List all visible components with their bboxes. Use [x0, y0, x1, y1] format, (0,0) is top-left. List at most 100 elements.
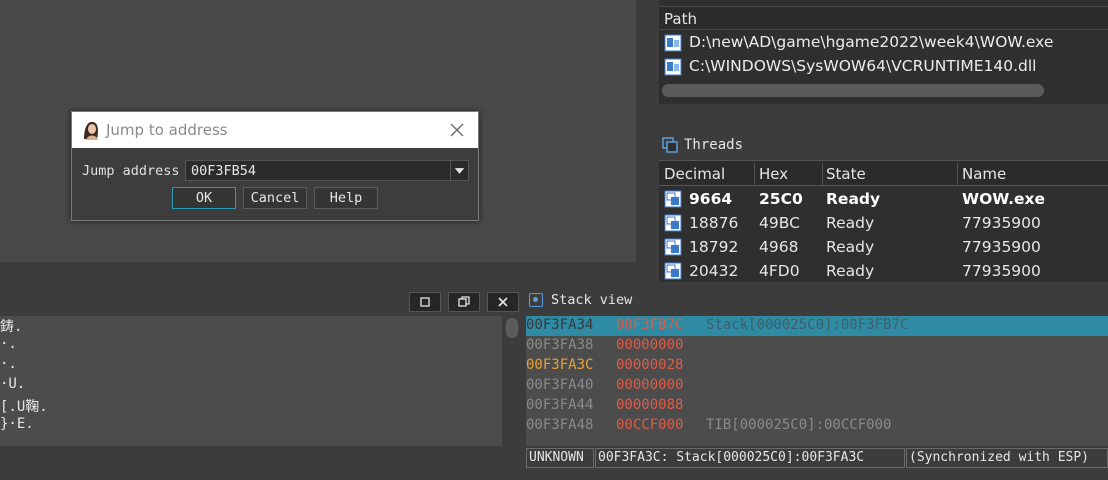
- stack-view[interactable]: 00F3FA34 00F3FB7C Stack[000025C0]:00F3FB…: [526, 316, 1108, 446]
- module-icon: [664, 58, 682, 76]
- restore-button[interactable]: [448, 292, 480, 312]
- close-panel-button[interactable]: [487, 292, 519, 312]
- module-path: C:\WINDOWS\SysWOW64\VCRUNTIME140.dll: [689, 57, 1037, 75]
- thread-row[interactable]: 18792 4968 Ready 77935900: [659, 235, 1108, 259]
- thread-state: Ready: [826, 262, 875, 280]
- stack-value: 00000088: [616, 397, 684, 413]
- status-sync: (Synchronized with ESP): [906, 448, 1108, 468]
- app-avatar-icon: [80, 119, 102, 141]
- threads-header: Decimal Hex State Name: [659, 160, 1108, 186]
- column-hex[interactable]: Hex: [759, 165, 788, 183]
- thread-icon: [664, 190, 682, 208]
- thread-row[interactable]: 9664 25C0 Ready WOW.exe: [659, 187, 1108, 211]
- dialog-title: Jump to address: [106, 121, 228, 139]
- thread-icon: [664, 214, 682, 232]
- help-button[interactable]: Help: [314, 187, 378, 209]
- thread-decimal: 18792: [689, 238, 739, 256]
- hex-dump-view[interactable]: 鋳. ·. ·. ·U. [.U鞠. }·E.: [0, 316, 502, 446]
- thread-hex: 4FD0: [759, 262, 800, 280]
- chevron-down-icon[interactable]: [450, 161, 468, 180]
- thread-state: Ready: [826, 238, 875, 256]
- jump-address-label: Jump address: [82, 163, 180, 179]
- dialog-titlebar[interactable]: Jump to address: [72, 112, 478, 148]
- stack-view-icon: [529, 293, 543, 307]
- stack-value: 00CCF000: [616, 417, 684, 433]
- thread-name: 77935900: [962, 238, 1041, 256]
- column-separator[interactable]: [957, 163, 958, 185]
- thread-hex: 4968: [759, 238, 799, 256]
- column-state[interactable]: State: [826, 165, 866, 183]
- stack-row[interactable]: 00F3FA34 00F3FB7C Stack[000025C0]:00F3FB…: [526, 316, 1108, 336]
- dump-line: [.U鞠.: [0, 399, 48, 415]
- ok-button[interactable]: OK: [172, 187, 236, 209]
- stack-view-title-bar: Stack view: [526, 290, 1108, 312]
- stack-row[interactable]: 00F3FA48 00CCF000 TIB[000025C0]:00CCF000: [526, 416, 1108, 436]
- threads-title: Threads: [684, 137, 744, 153]
- stack-status-bar: UNKNOWN 00F3FA3C: Stack[000025C0]:00F3FA…: [526, 448, 1108, 468]
- path-column-header: Path: [664, 10, 697, 28]
- scrollbar-thumb[interactable]: [506, 318, 518, 338]
- stack-address: 00F3FA48: [526, 417, 594, 433]
- stack-value: 00000000: [616, 337, 684, 353]
- module-icon: [664, 34, 682, 52]
- module-row[interactable]: C:\WINDOWS\SysWOW64\VCRUNTIME140.dll: [659, 55, 1108, 79]
- stack-view-title: Stack view: [551, 292, 633, 308]
- stack-value: 00000028: [616, 357, 684, 373]
- thread-decimal: 18876: [689, 214, 739, 232]
- module-path: D:\new\AD\game\hgame2022\week4\WOW.exe: [689, 33, 1054, 51]
- stack-address: 00F3FA44: [526, 397, 594, 413]
- maximize-button[interactable]: [409, 292, 441, 312]
- column-separator[interactable]: [822, 163, 823, 185]
- thread-icon: [664, 262, 682, 280]
- threads-icon: [662, 137, 678, 153]
- horizontal-scrollbar[interactable]: [662, 84, 1044, 97]
- dump-line: }·E.: [0, 416, 34, 432]
- dump-line: ·U.: [0, 376, 26, 392]
- thread-state: Ready: [826, 214, 875, 232]
- thread-icon: [664, 238, 682, 256]
- thread-hex: 25C0: [759, 190, 803, 208]
- vertical-scrollbar[interactable]: [504, 316, 520, 476]
- dump-line: ·.: [0, 356, 17, 372]
- stack-row[interactable]: 00F3FA3C 00000028: [526, 356, 1108, 376]
- thread-hex: 49BC: [759, 214, 800, 232]
- column-separator[interactable]: [754, 163, 755, 185]
- column-decimal[interactable]: Decimal: [664, 165, 725, 183]
- stack-address: 00F3FA38: [526, 337, 594, 353]
- stack-row[interactable]: 00F3FA44 00000088: [526, 396, 1108, 416]
- stack-row[interactable]: 00F3FA40 00000000: [526, 376, 1108, 396]
- stack-address: 00F3FA34: [526, 317, 594, 333]
- thread-row[interactable]: 20432 4FD0 Ready 77935900: [659, 259, 1108, 283]
- stack-value: 00F3FB7C: [616, 317, 684, 333]
- threads-table: Decimal Hex State Name 9664 25C0 Ready W…: [659, 160, 1108, 282]
- thread-decimal: 20432: [689, 262, 739, 280]
- stack-address: 00F3FA3C: [526, 357, 594, 373]
- modules-panel: Path D:\new\AD\game\hgame2022\week4\WOW.…: [659, 0, 1108, 104]
- thread-row[interactable]: 18876 49BC Ready 77935900: [659, 211, 1108, 235]
- cancel-button[interactable]: Cancel: [243, 187, 307, 209]
- stack-row[interactable]: 00F3FA38 00000000: [526, 336, 1108, 356]
- jump-address-value[interactable]: 00F3FB54: [191, 163, 256, 179]
- thread-decimal: 9664: [689, 190, 733, 208]
- stack-comment: Stack[000025C0]:00F3FB7C: [706, 317, 909, 333]
- column-name[interactable]: Name: [962, 165, 1006, 183]
- close-icon: [498, 297, 508, 307]
- close-icon[interactable]: [446, 119, 468, 141]
- thread-name: WOW.exe: [962, 190, 1046, 208]
- dump-line: 鋳.: [0, 319, 23, 335]
- status-location: 00F3FA3C: Stack[000025C0]:00F3FA3C: [595, 448, 905, 468]
- modules-header[interactable]: Path: [659, 6, 1108, 30]
- threads-title-bar: Threads: [659, 134, 1108, 158]
- jump-address-combobox[interactable]: 00F3FB54: [185, 160, 469, 181]
- panel-divider: [636, 0, 658, 288]
- status-segment: UNKNOWN: [526, 448, 594, 468]
- dump-line: ·.: [0, 336, 17, 352]
- module-row[interactable]: D:\new\AD\game\hgame2022\week4\WOW.exe: [659, 31, 1108, 55]
- thread-state: Ready: [826, 190, 881, 208]
- jump-to-address-dialog: Jump to address Jump address 00F3FB54 OK…: [71, 111, 479, 221]
- stack-value: 00000000: [616, 377, 684, 393]
- stack-comment: TIB[000025C0]:00CCF000: [706, 417, 892, 433]
- thread-name: 77935900: [962, 214, 1041, 232]
- thread-name: 77935900: [962, 262, 1041, 280]
- maximize-icon: [420, 297, 430, 307]
